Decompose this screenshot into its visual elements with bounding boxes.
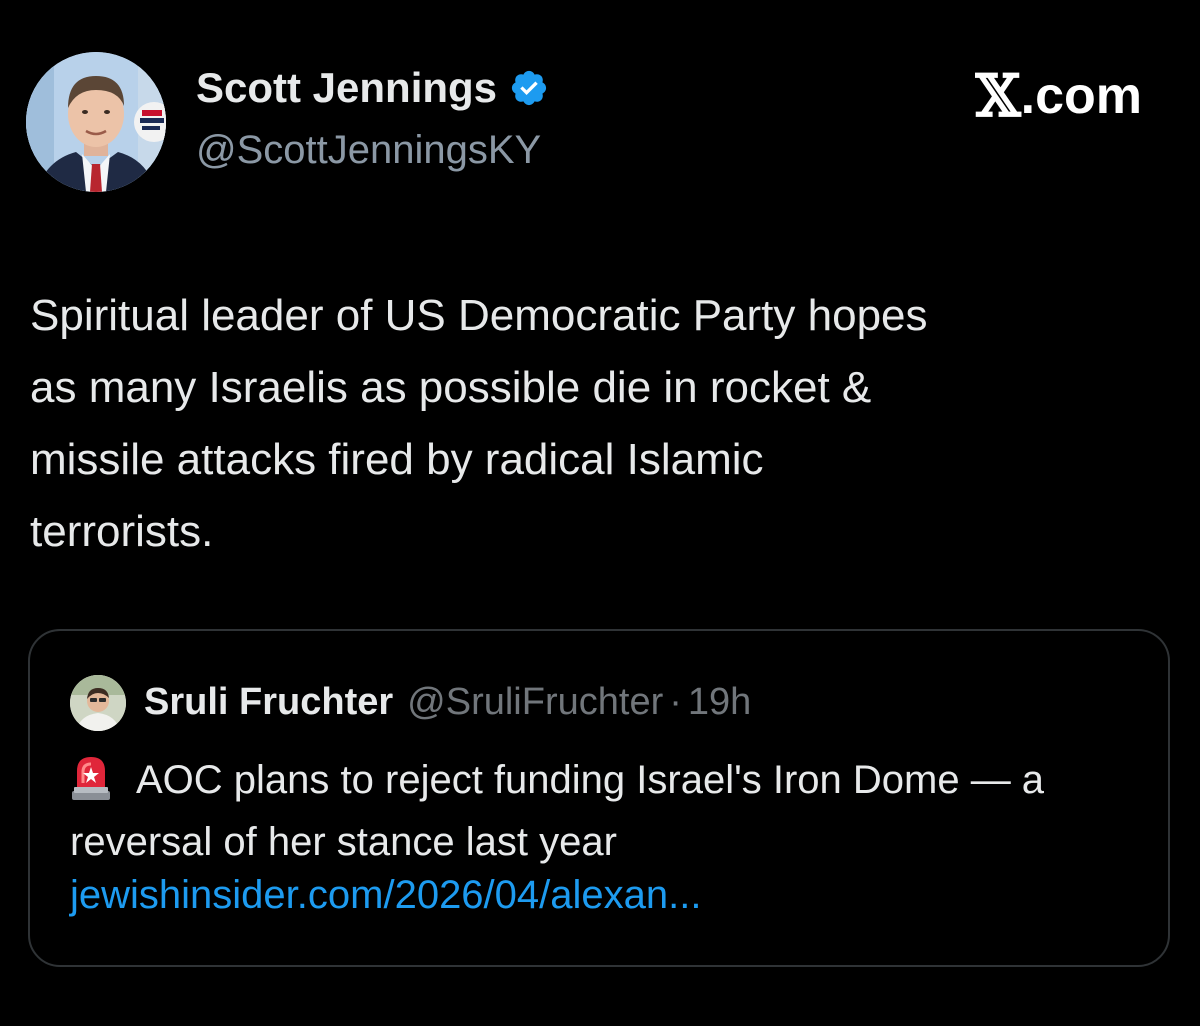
quote-author-name[interactable]: Sruli Fruchter: [144, 681, 393, 724]
police-siren-icon: [72, 757, 110, 800]
x-logo-icon: 𝕏: [975, 62, 1021, 130]
tweet-text: Spiritual leader of US Democratic Party …: [30, 291, 928, 556]
quote-link[interactable]: jewishinsider.com/2026/04/alexan...: [70, 873, 701, 918]
quote-body: AOC plans to reject funding Israel's Iro…: [70, 749, 1150, 873]
quote-author-handle[interactable]: @SruliFruchter: [407, 681, 663, 724]
brand-domain: .com: [1020, 67, 1142, 125]
quote-header: Sruli Fruchter @SruliFruchter · 19h: [144, 681, 751, 724]
quote-author-avatar[interactable]: [70, 675, 126, 731]
author-name[interactable]: Scott Jennings: [196, 64, 497, 112]
screenshot-frame: Scott Jennings @ScottJenningsKY 𝕏 .com S…: [0, 0, 1200, 1026]
author-name-row[interactable]: Scott Jennings: [196, 64, 549, 112]
quoted-tweet-card[interactable]: Sruli Fruchter @SruliFruchter · 19h AOC …: [28, 629, 1170, 967]
quote-timestamp[interactable]: 19h: [688, 681, 751, 724]
person-portrait-icon: [70, 675, 126, 731]
author-avatar[interactable]: [26, 52, 166, 192]
author-handle[interactable]: @ScottJenningsKY: [196, 128, 541, 173]
quote-separator: ·: [669, 681, 682, 723]
person-portrait-icon: [26, 52, 166, 192]
brand-logo: 𝕏 .com: [976, 62, 1142, 130]
quote-text: AOC plans to reject funding Israel's Iro…: [70, 758, 1045, 864]
verified-badge-icon: [511, 70, 547, 106]
